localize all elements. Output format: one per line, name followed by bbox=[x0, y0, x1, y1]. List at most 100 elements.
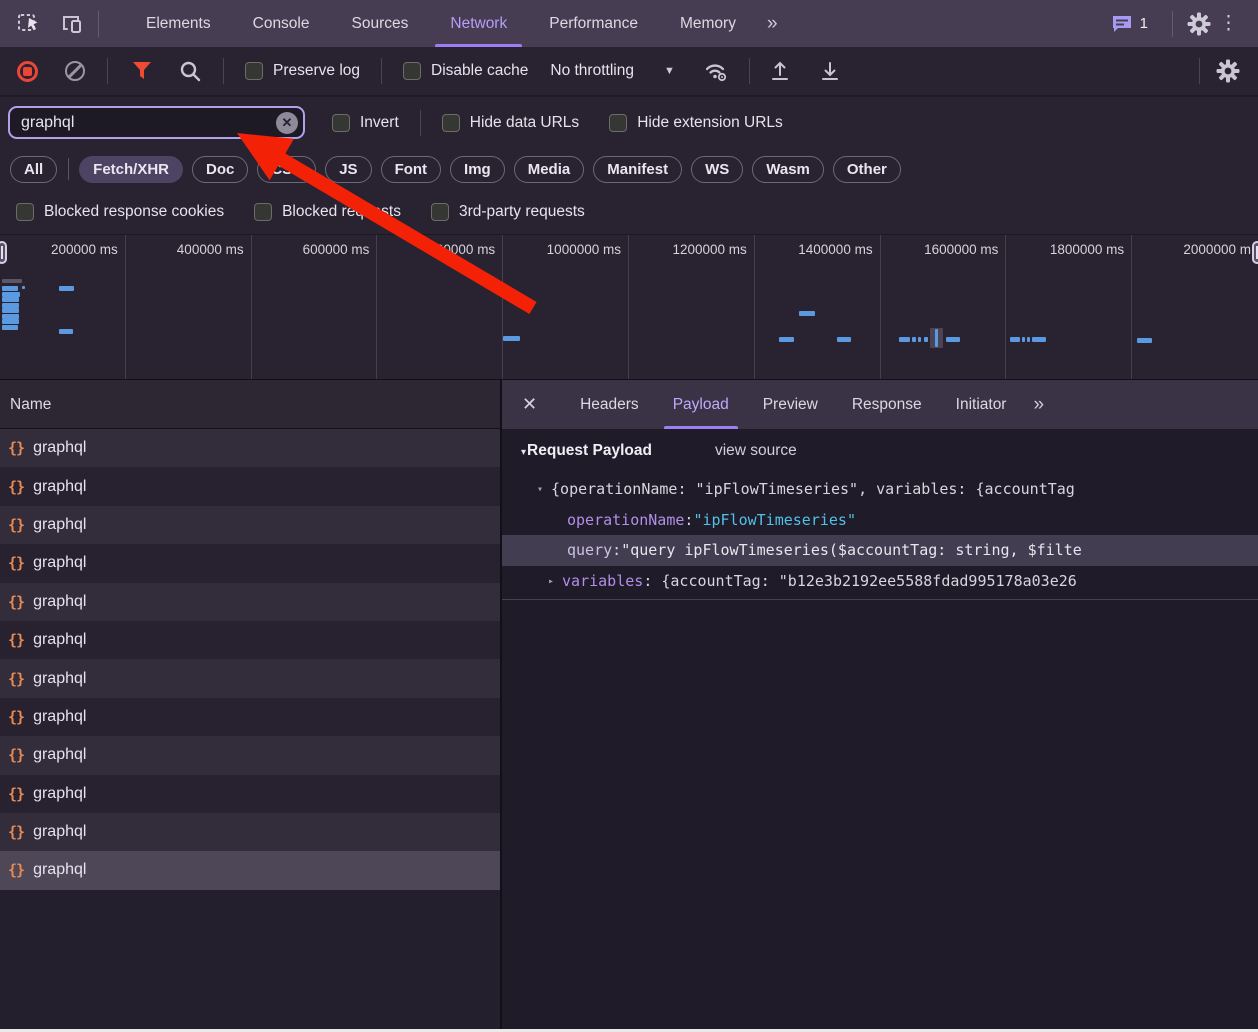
disable-cache-label: Disable cache bbox=[431, 62, 528, 80]
chip-js[interactable]: JS bbox=[325, 156, 371, 183]
request-row[interactable]: {}graphql bbox=[0, 429, 500, 467]
tab-console[interactable]: Console bbox=[232, 0, 331, 47]
operation-name-line[interactable]: operationName: "ipFlowTimeseries" bbox=[502, 505, 1258, 536]
chip-wasm[interactable]: Wasm bbox=[752, 156, 824, 183]
chip-font[interactable]: Font bbox=[381, 156, 441, 183]
variables-line[interactable]: ▸ variables: {accountTag: "b12e3b2192ee5… bbox=[502, 566, 1258, 597]
invert-checkbox-box[interactable] bbox=[332, 114, 350, 132]
hide-extension-urls-checkbox-box[interactable] bbox=[609, 114, 627, 132]
request-name: graphql bbox=[33, 631, 86, 649]
hide-extension-urls-label: Hide extension URLs bbox=[637, 114, 783, 132]
chip-img[interactable]: Img bbox=[450, 156, 505, 183]
device-toolbar-icon[interactable] bbox=[60, 12, 84, 36]
throttling-value: No throttling bbox=[550, 62, 634, 80]
variables-expander-icon[interactable]: ▸ bbox=[548, 576, 554, 587]
timeline-tick: 600000 ms bbox=[252, 235, 378, 379]
filter-funnel-icon[interactable] bbox=[130, 60, 154, 82]
third-party-requests-checkbox[interactable]: 3rd-party requests bbox=[431, 203, 585, 221]
preserve-log-checkbox[interactable]: Preserve log bbox=[245, 62, 360, 80]
request-row[interactable]: {}graphql bbox=[0, 698, 500, 736]
disable-cache-checkbox[interactable]: Disable cache bbox=[403, 62, 528, 80]
query-value: "query ipFlowTimeseries($accountTag: str… bbox=[621, 541, 1082, 559]
chip-media[interactable]: Media bbox=[514, 156, 585, 183]
request-row-selected[interactable]: {}graphql bbox=[0, 851, 500, 889]
throttling-select[interactable]: No throttling ▼ bbox=[550, 62, 674, 80]
request-row[interactable]: {}graphql bbox=[0, 506, 500, 544]
detail-tab-headers[interactable]: Headers bbox=[563, 380, 656, 429]
issues-count: 1 bbox=[1140, 15, 1148, 32]
query-key: query bbox=[567, 541, 612, 559]
chip-other[interactable]: Other bbox=[833, 156, 901, 183]
disable-cache-checkbox-box[interactable] bbox=[403, 62, 421, 80]
chip-all[interactable]: All bbox=[10, 156, 57, 183]
issues-bubble-icon bbox=[1111, 14, 1133, 34]
request-payload-expander-icon[interactable]: ▾ bbox=[521, 447, 526, 458]
hide-extension-urls-checkbox[interactable]: Hide extension URLs bbox=[609, 114, 783, 132]
request-row[interactable]: {}graphql bbox=[0, 659, 500, 697]
hide-data-urls-checkbox[interactable]: Hide data URLs bbox=[442, 114, 579, 132]
timeline-tick: 1800000 ms bbox=[1006, 235, 1132, 379]
json-icon: {} bbox=[8, 593, 24, 611]
filter-input[interactable] bbox=[8, 106, 305, 139]
network-settings-gear-icon[interactable] bbox=[1216, 59, 1240, 83]
network-overview-timeline[interactable]: 200000 ms 400000 ms 600000 ms 800000 ms … bbox=[0, 235, 1258, 380]
chip-ws[interactable]: WS bbox=[691, 156, 743, 183]
issues-counter[interactable]: 1 bbox=[1111, 14, 1148, 34]
view-source-link[interactable]: view source bbox=[715, 442, 797, 460]
payload-summary-line[interactable]: ▾ {operationName: "ipFlowTimeseries", va… bbox=[502, 474, 1258, 505]
detail-tab-payload[interactable]: Payload bbox=[656, 380, 746, 429]
detail-tab-response[interactable]: Response bbox=[835, 380, 939, 429]
tab-network[interactable]: Network bbox=[429, 0, 528, 47]
timeline-left-handle[interactable] bbox=[0, 241, 7, 264]
import-har-icon[interactable] bbox=[768, 59, 792, 83]
request-name: graphql bbox=[33, 554, 86, 572]
export-har-icon[interactable] bbox=[818, 59, 842, 83]
request-row[interactable]: {}graphql bbox=[0, 544, 500, 582]
detail-tab-preview[interactable]: Preview bbox=[746, 380, 835, 429]
blocked-response-cookies-checkbox[interactable]: Blocked response cookies bbox=[16, 203, 224, 221]
detail-tab-initiator[interactable]: Initiator bbox=[939, 380, 1024, 429]
timeline-right-handle[interactable] bbox=[1252, 241, 1258, 264]
settings-gear-icon[interactable] bbox=[1187, 12, 1211, 36]
detail-tabbar: ✕ Headers Payload Preview Response Initi… bbox=[502, 380, 1258, 429]
request-row[interactable]: {}graphql bbox=[0, 583, 500, 621]
inspect-element-icon[interactable] bbox=[16, 12, 40, 36]
request-name: graphql bbox=[33, 785, 86, 803]
chip-manifest[interactable]: Manifest bbox=[593, 156, 682, 183]
blocked-response-cookies-box[interactable] bbox=[16, 203, 34, 221]
request-row[interactable]: {}graphql bbox=[0, 736, 500, 774]
third-party-requests-box[interactable] bbox=[431, 203, 449, 221]
clear-network-log-icon[interactable] bbox=[65, 61, 85, 81]
request-row[interactable]: {}graphql bbox=[0, 775, 500, 813]
network-conditions-icon[interactable] bbox=[701, 59, 731, 83]
more-options-kebab-icon[interactable]: ⋮ bbox=[1211, 14, 1246, 33]
name-column-header[interactable]: Name bbox=[0, 380, 500, 429]
close-detail-icon[interactable]: ✕ bbox=[522, 394, 537, 415]
chip-doc[interactable]: Doc bbox=[192, 156, 248, 183]
tab-sources[interactable]: Sources bbox=[331, 0, 430, 47]
chip-css[interactable]: CSS bbox=[257, 156, 316, 183]
hide-data-urls-checkbox-box[interactable] bbox=[442, 114, 460, 132]
chip-fetch-xhr[interactable]: Fetch/XHR bbox=[79, 156, 183, 183]
payload-panel: ▾ Request Payload view source ▾ {operati… bbox=[502, 429, 1258, 1029]
summary-expander-icon[interactable]: ▾ bbox=[537, 484, 543, 495]
record-network-log-button[interactable] bbox=[17, 61, 38, 82]
json-icon: {} bbox=[8, 861, 24, 879]
tab-elements[interactable]: Elements bbox=[125, 0, 232, 47]
more-detail-tabs-icon[interactable]: » bbox=[1023, 394, 1051, 416]
request-row[interactable]: {}graphql bbox=[0, 813, 500, 851]
search-icon[interactable] bbox=[178, 59, 202, 83]
clear-filter-icon[interactable]: ✕ bbox=[276, 112, 298, 134]
blocked-requests-checkbox[interactable]: Blocked requests bbox=[254, 203, 401, 221]
more-panels-icon[interactable]: » bbox=[757, 13, 785, 35]
tab-memory[interactable]: Memory bbox=[659, 0, 757, 47]
query-line-selected[interactable]: query: "query ipFlowTimeseries($accountT… bbox=[502, 535, 1258, 566]
preserve-log-checkbox-box[interactable] bbox=[245, 62, 263, 80]
blocked-requests-box[interactable] bbox=[254, 203, 272, 221]
operation-name-value: "ipFlowTimeseries" bbox=[693, 511, 856, 529]
request-row[interactable]: {}graphql bbox=[0, 621, 500, 659]
tab-performance[interactable]: Performance bbox=[528, 0, 659, 47]
invert-checkbox[interactable]: Invert bbox=[332, 114, 399, 132]
request-name: graphql bbox=[33, 823, 86, 841]
request-row[interactable]: {}graphql bbox=[0, 467, 500, 505]
